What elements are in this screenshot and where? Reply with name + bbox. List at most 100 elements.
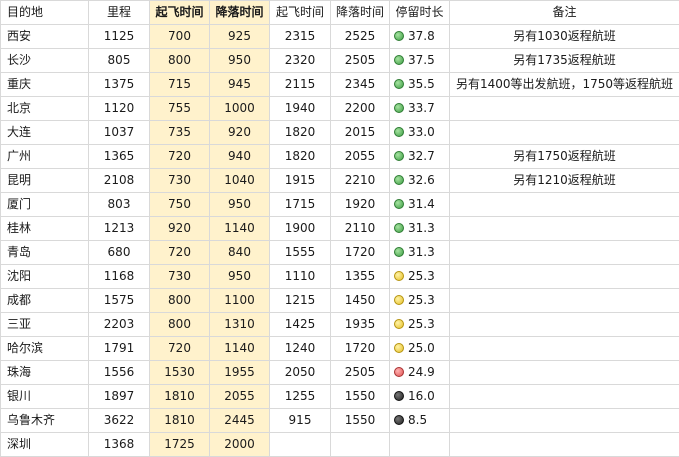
cell-arrival-outbound[interactable]: 950: [209, 48, 270, 73]
cell-departure-return[interactable]: 1915: [269, 168, 331, 193]
cell-arrival-outbound[interactable]: 950: [209, 264, 270, 289]
cell-distance[interactable]: 1897: [88, 384, 150, 409]
cell-distance[interactable]: 803: [88, 192, 150, 217]
cell-departure-outbound[interactable]: 715: [149, 72, 210, 97]
cell-arrival-outbound[interactable]: 945: [209, 72, 270, 97]
cell-note[interactable]: [449, 96, 679, 121]
header-departure-return[interactable]: 起飞时间: [269, 0, 331, 25]
cell-departure-outbound[interactable]: 1530: [149, 360, 210, 385]
cell-note[interactable]: [449, 384, 679, 409]
cell-destination[interactable]: 厦门: [0, 192, 89, 217]
cell-note[interactable]: 另有1400等出发航班，1750等返程航班: [449, 72, 679, 97]
cell-arrival-outbound[interactable]: 950: [209, 192, 270, 217]
cell-distance[interactable]: 2203: [88, 312, 150, 337]
cell-departure-outbound[interactable]: 735: [149, 120, 210, 145]
cell-departure-return[interactable]: 1820: [269, 144, 331, 169]
cell-arrival-outbound[interactable]: 1100: [209, 288, 270, 313]
cell-stay-duration[interactable]: 31.4: [389, 192, 450, 217]
header-stay-duration[interactable]: 停留时长: [389, 0, 450, 25]
cell-departure-return[interactable]: 1110: [269, 264, 331, 289]
cell-note[interactable]: [449, 408, 679, 433]
cell-stay-duration[interactable]: 32.7: [389, 144, 450, 169]
cell-stay-duration[interactable]: 25.3: [389, 288, 450, 313]
cell-departure-outbound[interactable]: 920: [149, 216, 210, 241]
cell-departure-return[interactable]: 2320: [269, 48, 331, 73]
cell-distance[interactable]: 1037: [88, 120, 150, 145]
cell-arrival-return[interactable]: 2505: [330, 48, 390, 73]
cell-destination[interactable]: 重庆: [0, 72, 89, 97]
cell-distance[interactable]: 1556: [88, 360, 150, 385]
cell-distance[interactable]: 1575: [88, 288, 150, 313]
cell-note[interactable]: [449, 288, 679, 313]
cell-departure-return[interactable]: 915: [269, 408, 331, 433]
cell-distance[interactable]: 2108: [88, 168, 150, 193]
cell-note[interactable]: [449, 120, 679, 145]
cell-arrival-outbound[interactable]: 1040: [209, 168, 270, 193]
cell-note[interactable]: [449, 336, 679, 361]
cell-stay-duration[interactable]: 35.5: [389, 72, 450, 97]
cell-departure-return[interactable]: 1240: [269, 336, 331, 361]
cell-note[interactable]: 另有1750返程航班: [449, 144, 679, 169]
cell-note[interactable]: 另有1735返程航班: [449, 48, 679, 73]
cell-note[interactable]: 另有1210返程航班: [449, 168, 679, 193]
cell-arrival-return[interactable]: 1935: [330, 312, 390, 337]
header-distance[interactable]: 里程: [88, 0, 150, 25]
header-note[interactable]: 备注: [449, 0, 679, 25]
header-destination[interactable]: 目的地: [0, 0, 89, 25]
cell-distance[interactable]: 1213: [88, 216, 150, 241]
cell-departure-return[interactable]: [269, 432, 331, 457]
cell-distance[interactable]: 3622: [88, 408, 150, 433]
cell-destination[interactable]: 深圳: [0, 432, 89, 457]
cell-stay-duration[interactable]: [389, 432, 450, 457]
cell-stay-duration[interactable]: 25.3: [389, 312, 450, 337]
cell-destination[interactable]: 三亚: [0, 312, 89, 337]
cell-arrival-outbound[interactable]: 920: [209, 120, 270, 145]
cell-destination[interactable]: 哈尔滨: [0, 336, 89, 361]
cell-arrival-return[interactable]: 2505: [330, 360, 390, 385]
cell-stay-duration[interactable]: 31.3: [389, 240, 450, 265]
cell-departure-return[interactable]: 1940: [269, 96, 331, 121]
cell-arrival-outbound[interactable]: 2055: [209, 384, 270, 409]
cell-arrival-return[interactable]: 1920: [330, 192, 390, 217]
cell-departure-outbound[interactable]: 730: [149, 168, 210, 193]
cell-arrival-outbound[interactable]: 2000: [209, 432, 270, 457]
cell-departure-return[interactable]: 2315: [269, 24, 331, 49]
cell-departure-return[interactable]: 1715: [269, 192, 331, 217]
cell-arrival-outbound[interactable]: 940: [209, 144, 270, 169]
cell-stay-duration[interactable]: 8.5: [389, 408, 450, 433]
cell-destination[interactable]: 昆明: [0, 168, 89, 193]
cell-stay-duration[interactable]: 33.0: [389, 120, 450, 145]
cell-distance[interactable]: 1168: [88, 264, 150, 289]
cell-distance[interactable]: 1125: [88, 24, 150, 49]
cell-destination[interactable]: 大连: [0, 120, 89, 145]
cell-departure-outbound[interactable]: 720: [149, 336, 210, 361]
cell-note[interactable]: [449, 360, 679, 385]
cell-departure-return[interactable]: 1255: [269, 384, 331, 409]
cell-distance[interactable]: 1365: [88, 144, 150, 169]
cell-arrival-outbound[interactable]: 1140: [209, 216, 270, 241]
cell-arrival-return[interactable]: 2055: [330, 144, 390, 169]
cell-note[interactable]: [449, 432, 679, 457]
cell-destination[interactable]: 青岛: [0, 240, 89, 265]
cell-departure-return[interactable]: 1425: [269, 312, 331, 337]
cell-stay-duration[interactable]: 33.7: [389, 96, 450, 121]
header-arrival-return[interactable]: 降落时间: [330, 0, 390, 25]
cell-destination[interactable]: 西安: [0, 24, 89, 49]
cell-distance[interactable]: 1375: [88, 72, 150, 97]
cell-arrival-outbound[interactable]: 1955: [209, 360, 270, 385]
cell-destination[interactable]: 沈阳: [0, 264, 89, 289]
cell-arrival-return[interactable]: 2345: [330, 72, 390, 97]
cell-stay-duration[interactable]: 24.9: [389, 360, 450, 385]
cell-destination[interactable]: 北京: [0, 96, 89, 121]
cell-arrival-return[interactable]: 1720: [330, 240, 390, 265]
cell-note[interactable]: [449, 240, 679, 265]
cell-destination[interactable]: 乌鲁木齐: [0, 408, 89, 433]
cell-departure-outbound[interactable]: 1725: [149, 432, 210, 457]
cell-arrival-return[interactable]: 1720: [330, 336, 390, 361]
cell-stay-duration[interactable]: 31.3: [389, 216, 450, 241]
cell-distance[interactable]: 1120: [88, 96, 150, 121]
cell-stay-duration[interactable]: 16.0: [389, 384, 450, 409]
cell-stay-duration[interactable]: 25.3: [389, 264, 450, 289]
cell-departure-return[interactable]: 2050: [269, 360, 331, 385]
cell-departure-outbound[interactable]: 720: [149, 144, 210, 169]
